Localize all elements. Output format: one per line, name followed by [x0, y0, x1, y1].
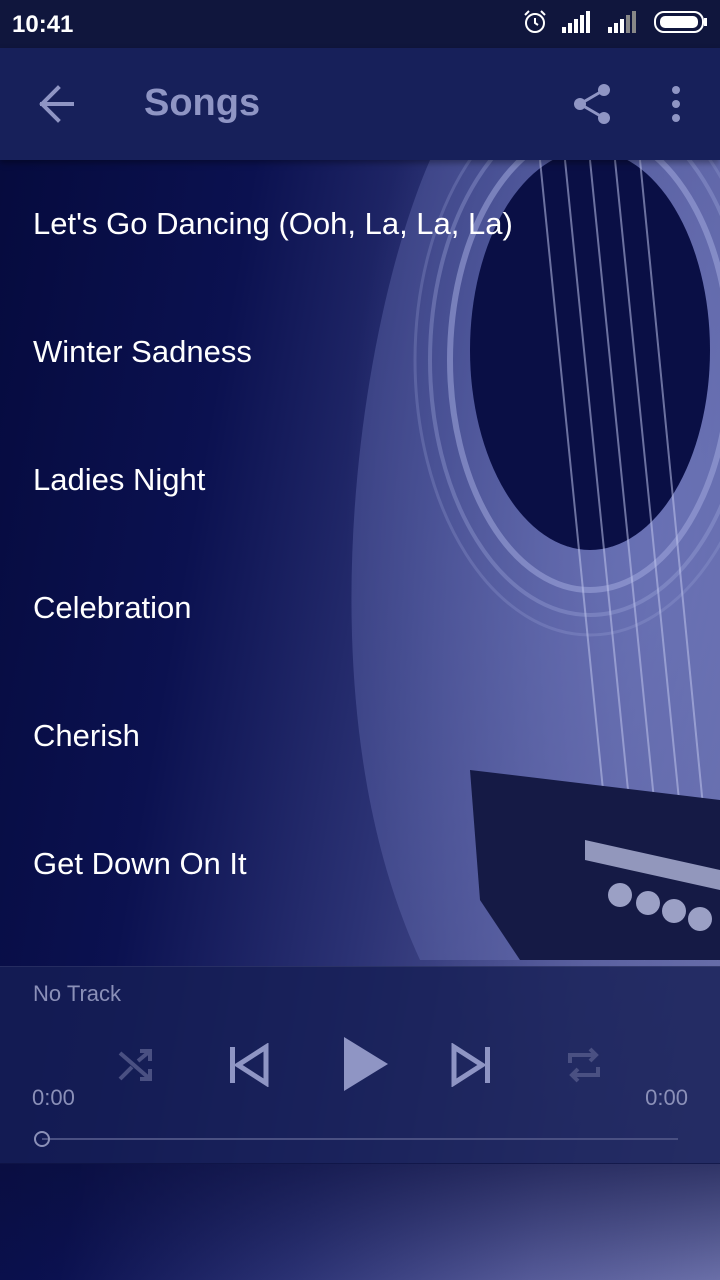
play-icon: [344, 1037, 388, 1091]
share-icon: [574, 84, 610, 124]
song-title: Ladies Night: [33, 462, 206, 497]
skip-next-icon: [451, 1042, 490, 1088]
song-title: Let's Go Dancing (Ooh, La, La, La): [33, 206, 513, 241]
list-item[interactable]: Let's Go Dancing (Ooh, La, La, La): [0, 160, 720, 288]
page-title: Songs: [144, 82, 261, 124]
elapsed-time: 0:00: [32, 1085, 75, 1110]
more-vert-icon: [672, 86, 680, 122]
bottom-artwork: [0, 1163, 720, 1280]
play-button[interactable]: [338, 1033, 392, 1100]
list-item[interactable]: Get Down On It: [0, 800, 720, 928]
track-name: No Track: [33, 981, 122, 1006]
song-title: Winter Sadness: [33, 334, 252, 369]
seek-track: [42, 1138, 678, 1140]
list-item[interactable]: Celebration: [0, 544, 720, 672]
next-button[interactable]: [450, 1042, 494, 1092]
signal-icon: [562, 10, 594, 38]
share-button[interactable]: [568, 80, 616, 128]
more-options-button[interactable]: [660, 80, 692, 128]
shuffle-button[interactable]: [116, 1045, 156, 1090]
song-title: Get Down On It: [33, 846, 247, 881]
previous-button[interactable]: [226, 1042, 270, 1092]
status-bar: 10:41: [0, 0, 720, 48]
list-item[interactable]: Winter Sadness: [0, 288, 720, 416]
repeat-icon: [568, 1047, 600, 1083]
back-button[interactable]: [28, 82, 84, 126]
status-time: 10:41: [12, 11, 74, 38]
song-title: Cherish: [33, 718, 140, 753]
shuffle-icon: [118, 1049, 152, 1081]
song-list: Let's Go Dancing (Ooh, La, La, La) Winte…: [0, 160, 720, 928]
player-panel: No Track 0:00 0:00: [0, 966, 720, 1164]
seek-bar[interactable]: [34, 1131, 678, 1147]
list-item[interactable]: Cherish: [0, 672, 720, 800]
skip-previous-icon: [230, 1042, 269, 1088]
arrow-back-icon: [39, 85, 74, 123]
alarm-icon: [522, 9, 548, 40]
seek-thumb[interactable]: [34, 1131, 50, 1147]
list-item[interactable]: Ladies Night: [0, 416, 720, 544]
app-bar: Songs: [0, 48, 720, 160]
duration-time: 0:00: [645, 1085, 688, 1110]
signal-icon-secondary: [608, 10, 640, 38]
battery-icon: [654, 10, 708, 39]
song-title: Celebration: [33, 590, 192, 625]
repeat-button[interactable]: [562, 1043, 606, 1092]
